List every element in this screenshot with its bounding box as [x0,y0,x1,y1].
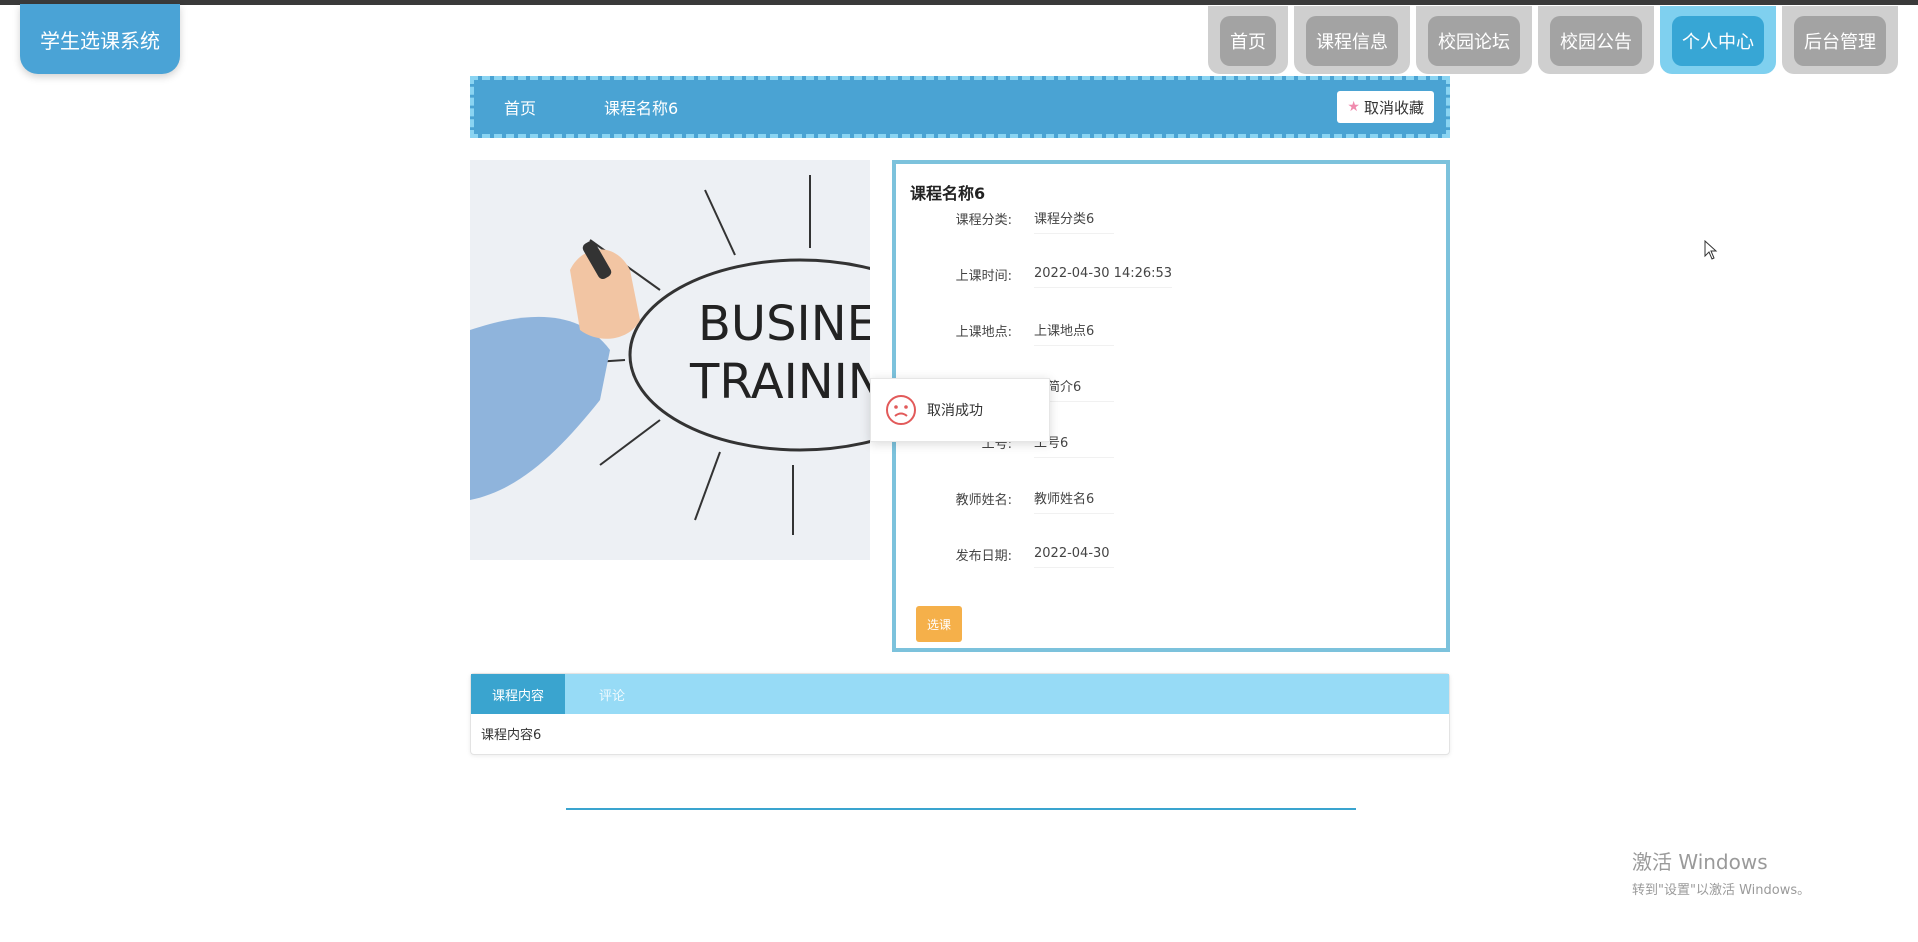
watermark-line2: 转到"设置"以激活 Windows。 [1632,883,1811,898]
image-text-line2: TRAININ [689,354,870,410]
field-label: 教师姓名: [955,492,1012,508]
nav-item-label: 校园论坛 [1428,16,1520,66]
field-value: 2022-04-30 [1034,540,1114,568]
app-title: 学生选课系统 [40,28,160,53]
nav-item-forum[interactable]: 校园论坛 [1416,6,1532,74]
app-logo[interactable]: 学生选课系统 [20,4,180,74]
sad-face-icon [886,395,916,425]
field-value: 课程分类6 [1034,202,1114,234]
mouse-cursor-icon [1704,240,1718,260]
top-navigation: 首页 课程信息 校园论坛 校园公告 个人中心 后台管理 [1208,6,1898,74]
field-value: 教师姓名6 [1034,482,1114,514]
field-value: 上课地点6 [1034,314,1114,346]
footer-divider [566,808,1356,810]
toast-message: 取消成功 [870,378,1050,442]
business-training-illustration: BUSINES TRAININ [470,160,870,560]
course-tabs: 课程内容 评论 课程内容6 [470,673,1450,755]
select-course-button[interactable]: 选课 [916,606,962,642]
nav-item-personal-center[interactable]: 个人中心 [1660,6,1776,74]
tabs-header: 课程内容 评论 [471,674,1449,714]
field-category: 课程分类: 课程分类6 [896,198,1436,238]
unfavorite-button[interactable]: ★ 取消收藏 [1337,91,1434,123]
nav-item-label: 课程信息 [1306,16,1398,66]
field-label: 发布日期: [955,548,1012,564]
tab-course-content[interactable]: 课程内容 [471,674,565,714]
nav-item-label: 校园公告 [1550,16,1642,66]
field-label: 上课地点: [955,324,1012,340]
nav-item-label: 首页 [1220,16,1276,66]
tab-content-body: 课程内容6 [481,728,542,743]
nav-item-courses[interactable]: 课程信息 [1294,6,1410,74]
watermark-line1: 激活 Windows [1632,850,1768,874]
field-label: 上课时间: [955,268,1012,284]
unfavorite-label: 取消收藏 [1363,98,1424,117]
field-class-time: 上课时间: 2022-04-30 14:26:53 [896,254,1436,294]
field-value: 2022-04-30 14:26:53 [1034,260,1173,288]
tab-comments[interactable]: 评论 [565,674,659,714]
nav-item-label: 个人中心 [1672,16,1764,66]
nav-item-announcements[interactable]: 校园公告 [1538,6,1654,74]
breadcrumb: 首页 课程名称6 ★ 取消收藏 [470,76,1450,138]
field-label: 课程分类: [955,212,1012,228]
star-icon: ★ [1347,99,1360,115]
field-location: 上课地点: 上课地点6 [896,310,1436,350]
nav-item-label: 后台管理 [1794,16,1886,66]
nav-item-admin[interactable]: 后台管理 [1782,6,1898,74]
breadcrumb-home[interactable]: 首页 [504,95,536,119]
windows-activation-watermark: 激活 Windows 转到"设置"以激活 Windows。 [1632,846,1810,898]
browser-top-strip [0,0,1918,5]
toast-text: 取消成功 [927,403,983,419]
image-text-line1: BUSINES [698,296,870,352]
field-publish-date: 发布日期: 2022-04-30 [896,534,1436,574]
field-teacher-name: 教师姓名: 教师姓名6 [896,478,1436,518]
course-image: BUSINES TRAININ [470,160,870,560]
breadcrumb-current: 课程名称6 [604,99,679,118]
nav-item-home[interactable]: 首页 [1208,6,1288,74]
